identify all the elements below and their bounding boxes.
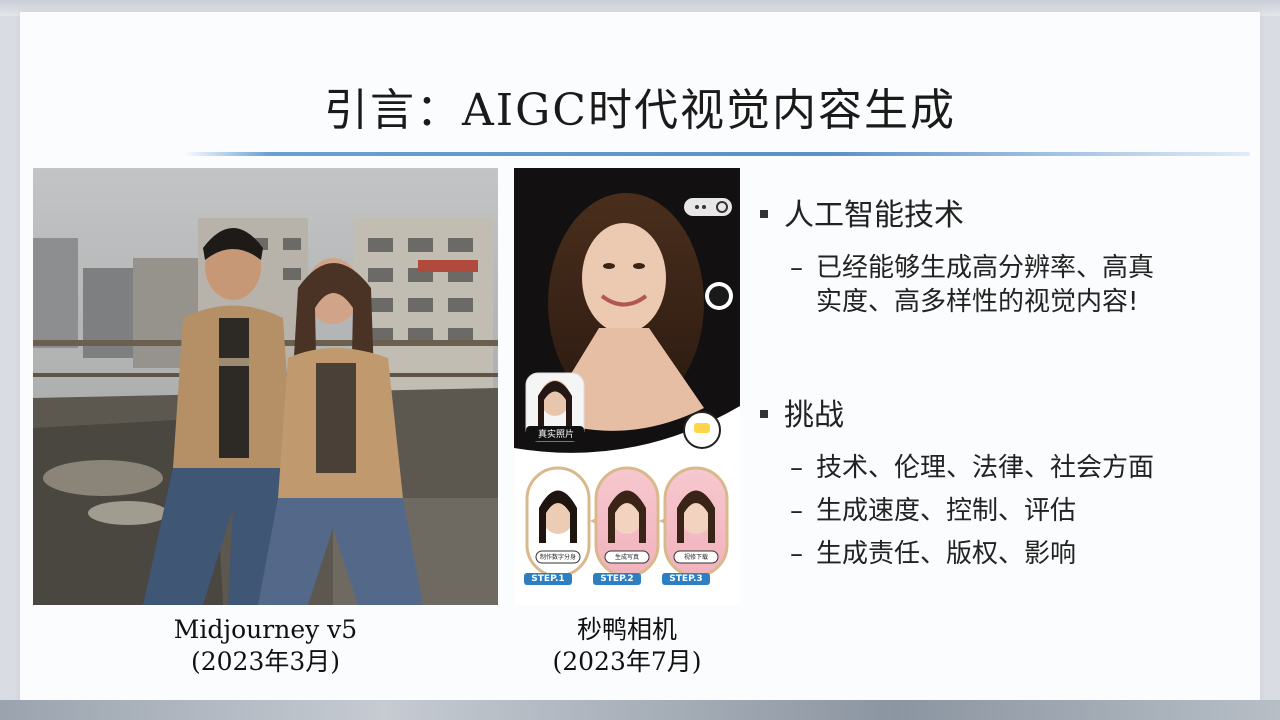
sub-bullet: – 生成速度、控制、评估 [790,496,1077,526]
sub-bullet-text: 已经能够生成高分辨率、高真 [816,253,1155,283]
miaoya-camera-photo: 真实照片 制作数字分身 生成写真 视修下载 STEP.1 STEP.2 STEP… [514,168,740,605]
sub-bullet: – 生成责任、版权、影响 [790,539,1077,569]
inset-photo-label: 真实照片 [537,430,574,440]
sub-bullet-text: 生成责任、版权、影响 [816,539,1077,569]
presentation-slide: 引言：AIGC时代视觉内容生成 Midjourney v5 (2023年3月) … [20,12,1260,700]
step2-label: 生成写真 [614,554,639,561]
step1-label: 制作数字分身 [539,554,576,561]
midjourney-photo [33,168,498,605]
caption-title: 秒鸭相机 [576,615,677,644]
bullet-heading: 挑战 [784,398,844,433]
caption-date: (2023年3月) [190,647,341,676]
sub-bullet-continuation: 实度、高多样性的视觉内容! [816,286,1138,319]
bullet-challenges: 挑战 [760,396,844,436]
step2-tag: STEP.2 [600,574,634,584]
step3-tag: STEP.3 [669,574,703,584]
title-underline [184,152,1250,156]
caption-miaoya: 秒鸭相机 (2023年7月) [514,614,740,678]
caption-title: Midjourney v5 [173,615,358,644]
caption-midjourney: Midjourney v5 (2023年3月) [33,614,498,678]
bullet-marker [760,209,768,218]
caption-date: (2023年7月) [552,647,702,676]
sub-bullet-text: 实度、高多样性的视觉内容! [816,287,1139,317]
sub-bullet-text: 生成速度、控制、评估 [816,496,1077,526]
step1-tag: STEP.1 [531,574,565,584]
sub-bullet: – 已经能够生成高分辨率、高真 [790,253,1155,283]
bullet-heading: 人工智能技术 [784,198,964,233]
screen-frame-bottom [0,700,1280,720]
step3-label: 视修下载 [683,554,708,561]
bullet-marker [760,409,768,418]
bullet-ai-tech: 人工智能技术 [760,196,964,236]
sub-bullet: – 技术、伦理、法律、社会方面 [790,453,1155,483]
slide-title: 引言：AIGC时代视觉内容生成 [324,85,956,136]
sub-bullet-text: 技术、伦理、法律、社会方面 [816,453,1155,483]
